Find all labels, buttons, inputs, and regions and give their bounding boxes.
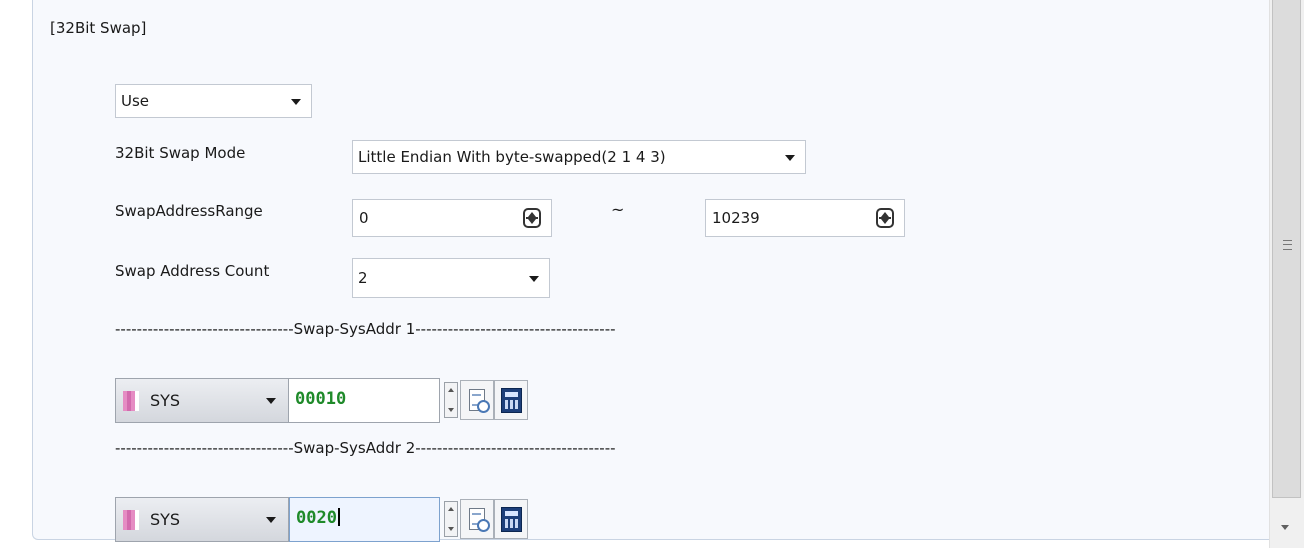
sysaddr-2-row: SYS 0020	[115, 497, 528, 542]
range-separator: ~	[611, 200, 625, 219]
chevron-down-icon[interactable]	[785, 155, 795, 161]
address-input[interactable]: 00010	[289, 378, 440, 423]
calculator-icon	[501, 507, 522, 532]
keypad-button[interactable]	[494, 499, 528, 539]
chevron-down-icon[interactable]	[529, 276, 539, 282]
spin-updown-icon[interactable]	[523, 208, 541, 228]
swap-mode-label: 32Bit Swap Mode	[115, 144, 246, 162]
address-value: 00010	[295, 389, 347, 409]
address-input[interactable]: 0020	[289, 497, 440, 542]
scroll-down-arrow-icon[interactable]	[1281, 525, 1289, 530]
use-select[interactable]: Use	[115, 84, 312, 118]
keypad-button[interactable]	[494, 380, 528, 420]
document-search-icon	[469, 389, 490, 413]
chevron-down-icon[interactable]	[291, 99, 301, 105]
scrollbar-thumb[interactable]	[1272, 0, 1301, 498]
sysaddr-1-divider: ---------------------------------Swap-Sy…	[115, 320, 616, 338]
address-range-end-input[interactable]: 10239	[705, 199, 905, 237]
address-range-end-value: 10239	[712, 209, 760, 227]
chevron-down-icon[interactable]	[266, 398, 276, 404]
address-value: 0020	[296, 508, 337, 528]
address-range-label: SwapAddressRange	[115, 202, 263, 220]
section-title: [32Bit Swap]	[50, 19, 147, 37]
device-select-value: SYS	[150, 510, 181, 529]
document-search-icon	[469, 508, 490, 532]
address-browse-button[interactable]	[460, 380, 494, 420]
swap-mode-select[interactable]: Little Endian With byte-swapped(2 1 4 3)	[352, 140, 806, 174]
address-spinner[interactable]	[444, 501, 458, 537]
swap-mode-value: Little Endian With byte-swapped(2 1 4 3)	[358, 148, 666, 166]
address-browse-button[interactable]	[460, 499, 494, 539]
use-select-value: Use	[121, 92, 150, 110]
address-spinner[interactable]	[444, 382, 458, 418]
address-count-select[interactable]: 2	[352, 258, 550, 298]
spin-updown-icon[interactable]	[876, 208, 894, 228]
device-marker-icon	[123, 510, 139, 530]
device-select-value: SYS	[150, 391, 181, 410]
sysaddr-2-divider: ---------------------------------Swap-Sy…	[115, 439, 616, 457]
device-marker-icon	[123, 391, 139, 411]
sysaddr-1-row: SYS 00010	[115, 378, 528, 423]
address-range-start-value: 0	[359, 209, 369, 227]
grip-icon	[1283, 240, 1292, 250]
device-select[interactable]: SYS	[115, 497, 289, 542]
text-caret	[337, 508, 340, 526]
device-select[interactable]: SYS	[115, 378, 289, 423]
address-count-label: Swap Address Count	[115, 262, 270, 280]
vertical-scrollbar[interactable]	[1269, 0, 1304, 548]
address-count-value: 2	[358, 269, 368, 287]
chevron-down-icon[interactable]	[266, 517, 276, 523]
address-range-start-input[interactable]: 0	[352, 199, 552, 237]
calculator-icon	[501, 388, 522, 413]
